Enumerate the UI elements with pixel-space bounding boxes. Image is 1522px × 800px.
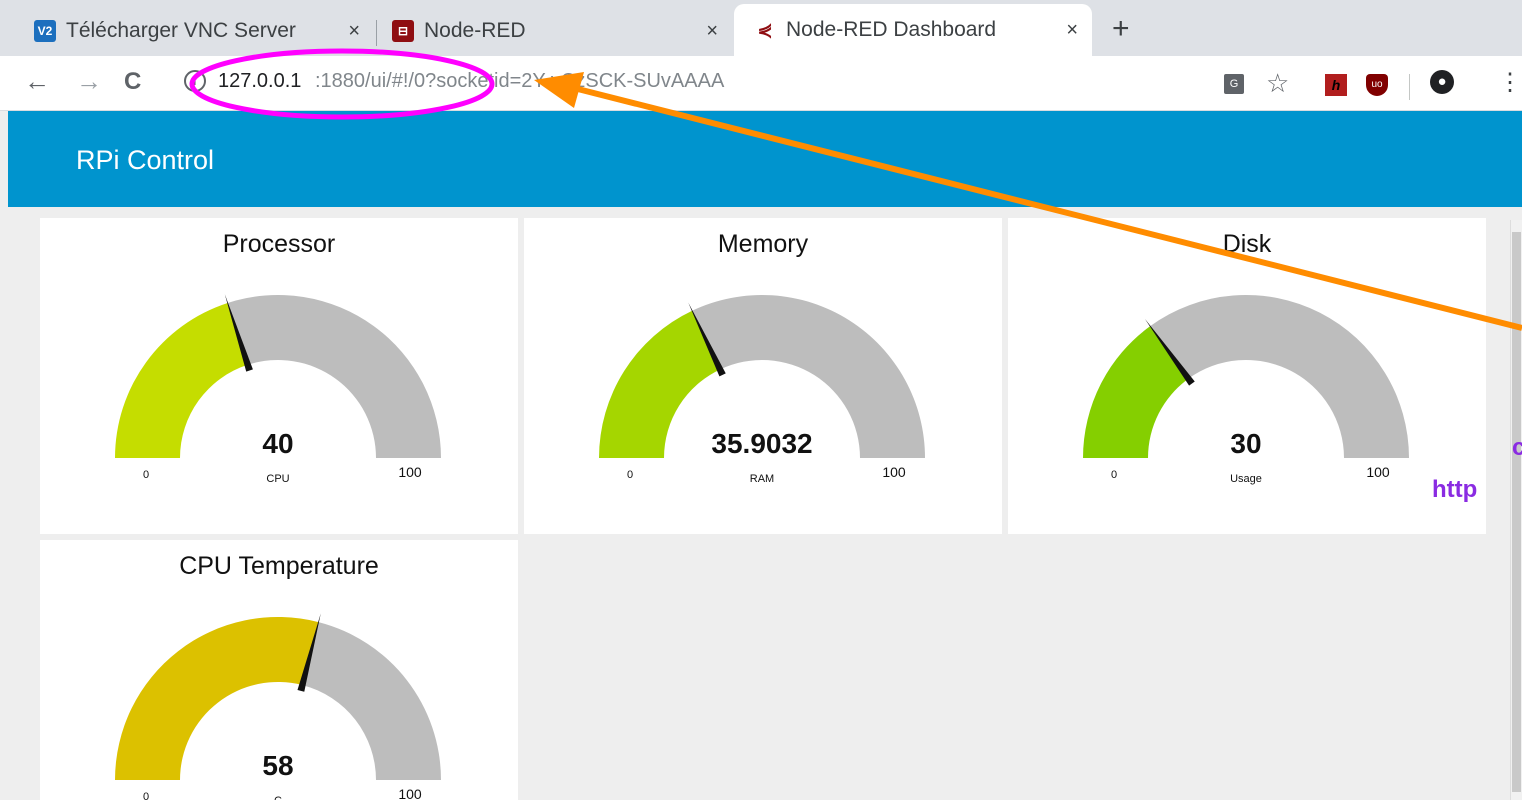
gauge-svg: 40 CPU 0 100 (115, 294, 441, 485)
translate-icon[interactable]: G (1224, 74, 1244, 94)
tab-node-red-dashboard[interactable]: ⋞ Node-RED Dashboard × (734, 4, 1092, 56)
page-title: RPi Control (76, 145, 215, 175)
reload-icon[interactable]: C (124, 68, 141, 96)
tab-separator (376, 20, 377, 46)
new-tab-button[interactable]: + (1112, 12, 1130, 46)
gauge-fill (115, 302, 248, 458)
gauge-svg: 35.9032 RAM 0 100 (599, 295, 925, 485)
back-arrow-icon[interactable]: ← (24, 66, 50, 97)
browser-toolbar: ← → C i 127.0.0.1 :1880/ui/#!/0?socketid… (0, 56, 1522, 111)
gauge-value: 30 (1230, 428, 1261, 459)
gauge-track (302, 622, 441, 780)
gauge-min-label: 0 (1111, 469, 1117, 481)
profile-icon[interactable]: ● (1430, 70, 1454, 94)
gauge-unit: Usage (1230, 473, 1262, 485)
gauge-value: 58 (262, 750, 293, 781)
gauge-card-disk: Disk 30 Usage 0 100 (1008, 218, 1486, 534)
gauge-svg: 58 C 0 100 (115, 613, 441, 800)
gauge-max-label: 100 (398, 786, 422, 800)
gauge-unit: RAM (750, 473, 774, 485)
annotation-text-line2: http (1432, 476, 1478, 503)
gauge-max-label: 100 (882, 464, 906, 480)
gauge-max-label: 100 (398, 464, 422, 480)
browser-tab-strip: V2 Télécharger VNC Server × ⊟ Node-RED ×… (0, 0, 1522, 62)
tab-title: Télécharger VNC Server (66, 19, 296, 42)
gauge-svg: 30 Usage 0 100 (1083, 295, 1409, 485)
url-host: 127.0.0.1 (218, 70, 302, 92)
close-icon[interactable]: × (706, 20, 718, 43)
menu-kebab-icon[interactable]: ⋮ (1498, 68, 1522, 97)
info-icon[interactable]: i (184, 70, 206, 92)
hypothesis-extension-icon[interactable]: h (1325, 74, 1347, 96)
ublock-origin-icon[interactable]: uo (1366, 74, 1388, 96)
close-icon[interactable]: × (348, 20, 360, 43)
url-path: :1880/ui/#!/0?socketid=2Y yCzSCK-SUvAAAA (315, 70, 725, 92)
dashboard-toolbar: RPi Control (8, 111, 1522, 207)
tab-node-red[interactable]: ⊟ Node-RED × (392, 8, 728, 54)
gauge-min-label: 0 (627, 469, 633, 481)
vnc-icon: V2 (34, 20, 56, 42)
gauge-value: 40 (262, 428, 293, 459)
gauge-max-label: 100 (1366, 464, 1390, 480)
gauge-card-processor: Processor 40 CPU 0 100 (40, 218, 518, 534)
bookmark-star-icon[interactable]: ☆ (1266, 68, 1289, 99)
gauge-card-memory: Memory 35.9032 RAM 0 100 (524, 218, 1002, 534)
gauge-card-cpu-temperature: CPU Temperature 58C0100 (40, 540, 518, 800)
tab-title: Node-RED Dashboard (786, 18, 997, 41)
toolbar-separator (1409, 74, 1410, 100)
gauge-min-label: 0 (143, 791, 149, 800)
forward-arrow-icon[interactable]: → (76, 66, 102, 97)
address-bar[interactable]: i 127.0.0.1 :1880/ui/#!/0?socketid=2Y yC… (172, 62, 1172, 102)
gauge-min-label: 0 (143, 469, 149, 481)
annotation-text-line1: c (1512, 434, 1522, 461)
tab-title: Node-RED (424, 19, 526, 42)
node-red-icon: ⊟ (392, 20, 414, 42)
tab-vnc-server[interactable]: V2 Télécharger VNC Server × (34, 8, 364, 54)
gauge-unit: CPU (266, 473, 289, 485)
gauge-unit: C (274, 795, 282, 800)
scrollbar-thumb[interactable] (1512, 232, 1521, 792)
close-icon[interactable]: × (1066, 19, 1078, 42)
node-red-dashboard-icon: ⋞ (757, 19, 773, 40)
gauge-track (227, 295, 441, 458)
gauge-value: 35.9032 (711, 428, 812, 459)
